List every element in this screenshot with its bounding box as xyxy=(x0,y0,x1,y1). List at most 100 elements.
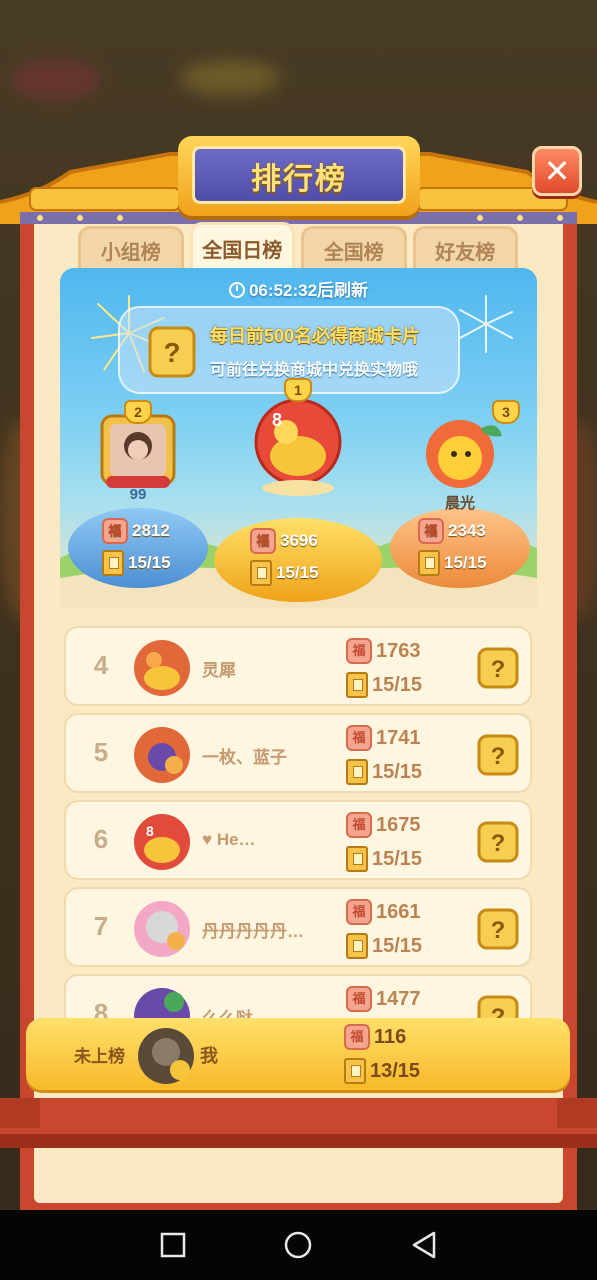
podium-score: 福 2812 xyxy=(102,518,170,544)
fu-icon: 福 xyxy=(346,986,372,1012)
avatar-frame: 8 xyxy=(254,398,342,496)
player-score: 福 1477 xyxy=(346,986,421,1012)
mystery-card-icon[interactable]: ? xyxy=(476,646,520,690)
player-progress: 15/15 xyxy=(346,846,422,872)
rank-number: 7 xyxy=(93,911,109,941)
clock-icon xyxy=(228,282,245,298)
fu-icon: 福 xyxy=(346,638,372,664)
mystery-card-icon[interactable]: ? xyxy=(476,733,520,777)
mystery-card-icon[interactable]: ? xyxy=(476,820,520,864)
player-name: 一枚、蓝子 xyxy=(202,748,287,767)
fu-icon: 福 xyxy=(346,899,372,925)
circle-icon xyxy=(285,1231,312,1259)
ranking-list[interactable]: 4 灵犀 福 1763 15/15 ? 5 一枚、蓝子 福 1741 15/15 ?… xyxy=(64,626,532,1024)
book-icon xyxy=(346,759,368,785)
my-progress: 13/15 xyxy=(344,1058,420,1084)
rank-number: 4 xyxy=(93,650,109,680)
player-name: ♥ He… xyxy=(202,830,256,849)
close-button[interactable]: ✕ xyxy=(532,146,582,196)
top-banner: 06:52:32后刷新 ? 每日前500名必得商城卡片 可前往兑换商城中兑换实物… xyxy=(60,268,537,608)
fu-icon: 福 xyxy=(346,812,372,838)
avatar-frame xyxy=(426,420,502,488)
leaderboard-modal: 排行榜 ✕ 小组榜 全国日榜 全国榜 好友榜 06:52:32后刷新 ? 每日前… xyxy=(0,118,597,1220)
svg-text:?: ? xyxy=(163,337,180,368)
podium-third[interactable]: 3 晨光 福 2343 15/15 xyxy=(388,400,530,600)
svg-text:?: ? xyxy=(491,917,506,944)
notice-line1: 每日前500名必得商城卡片 xyxy=(210,326,421,346)
player-score: 福 1661 xyxy=(346,899,421,925)
mystery-card-icon: ? xyxy=(148,326,196,378)
title-plaque: 排行榜 xyxy=(178,136,420,216)
tab-national-daily[interactable]: 全国日榜 xyxy=(189,222,295,272)
page-title: 排行榜 xyxy=(251,163,347,196)
back-triangle-icon xyxy=(412,1231,436,1259)
my-rank-status: 未上榜 xyxy=(74,1047,125,1066)
player-name: 丹丹丹丹丹… xyxy=(202,922,304,941)
podium-score: 福 3696 xyxy=(250,528,318,554)
ranking-row[interactable]: 7 丹丹丹丹丹… 福 1661 15/15 ? xyxy=(64,887,532,967)
my-rank-bar[interactable]: 未上榜 我 福 116 13/15 xyxy=(26,1018,570,1090)
book-icon xyxy=(346,846,368,872)
svg-text:?: ? xyxy=(491,743,506,770)
avatar xyxy=(134,640,190,696)
podium-second[interactable]: 2 99 福 2812 15/15 xyxy=(68,400,210,600)
refresh-timer: 06:52:32后刷新 xyxy=(60,276,537,301)
rank-badge: 3 xyxy=(492,400,520,424)
back-button[interactable] xyxy=(404,1225,444,1265)
tab-bar: 小组榜 全国日榜 全国榜 好友榜 xyxy=(78,222,518,272)
book-icon xyxy=(346,933,368,959)
fu-icon: 福 xyxy=(102,518,128,544)
podium-progress: 15/15 xyxy=(418,550,487,576)
tab-national[interactable]: 全国榜 xyxy=(301,226,407,272)
avatar xyxy=(134,901,190,957)
ranking-row[interactable]: 4 灵犀 福 1763 15/15 ? xyxy=(64,626,532,706)
player-score: 福 1675 xyxy=(346,812,421,838)
square-icon xyxy=(160,1232,186,1258)
rank-number: 5 xyxy=(93,737,109,767)
podium-first[interactable]: 8 1 福 3696 15/15 xyxy=(210,378,386,608)
podium-progress: 15/15 xyxy=(102,550,171,576)
rank-number: 6 xyxy=(93,824,109,854)
ranking-row[interactable]: 5 一枚、蓝子 福 1741 15/15 ? xyxy=(64,713,532,793)
podium-score: 福 2343 xyxy=(418,518,486,544)
player-progress: 15/15 xyxy=(346,759,422,785)
player-score: 福 1741 xyxy=(346,725,421,751)
avatar: 8 xyxy=(134,814,190,870)
mystery-card-icon[interactable]: ? xyxy=(476,907,520,951)
podium-name: 晨光 xyxy=(444,495,475,512)
ranking-row[interactable]: 6 8 ♥ He… 福 1675 15/15 ? xyxy=(64,800,532,880)
rank-badge: 1 xyxy=(284,378,312,402)
fu-icon: 福 xyxy=(418,518,444,544)
player-progress: 15/15 xyxy=(346,933,422,959)
book-icon xyxy=(346,672,368,698)
my-name: 我 xyxy=(200,1046,218,1066)
podium-progress: 15/15 xyxy=(250,560,319,586)
book-icon xyxy=(102,550,124,576)
notice-line2: 可前往兑换商城中兑换实物哦 xyxy=(210,362,419,379)
close-icon: ✕ xyxy=(543,153,571,189)
fu-icon: 福 xyxy=(344,1024,370,1050)
podium-name: 99 xyxy=(129,486,147,503)
book-icon xyxy=(344,1058,366,1084)
player-score: 福 1763 xyxy=(346,638,421,664)
svg-text:?: ? xyxy=(491,656,506,683)
svg-text:8: 8 xyxy=(272,410,282,430)
svg-text:8: 8 xyxy=(146,823,154,839)
system-nav-bar xyxy=(0,1210,597,1280)
tab-group[interactable]: 小组榜 xyxy=(78,226,184,272)
player-name: 灵犀 xyxy=(202,661,236,680)
book-icon xyxy=(418,550,440,576)
my-score: 福 116 xyxy=(344,1024,406,1050)
avatar xyxy=(138,1028,194,1084)
recents-button[interactable] xyxy=(153,1225,193,1265)
rank-badge: 2 xyxy=(124,400,152,424)
fu-icon: 福 xyxy=(346,725,372,751)
ranking-row[interactable]: 8 么么哒 福1477 ? xyxy=(64,974,532,1024)
firework-decoration xyxy=(459,295,513,353)
home-button[interactable] xyxy=(278,1225,318,1265)
tab-friends[interactable]: 好友榜 xyxy=(412,226,518,272)
book-icon xyxy=(250,560,272,586)
fu-icon: 福 xyxy=(250,528,276,554)
player-progress: 15/15 xyxy=(346,672,422,698)
svg-text:?: ? xyxy=(491,830,506,857)
